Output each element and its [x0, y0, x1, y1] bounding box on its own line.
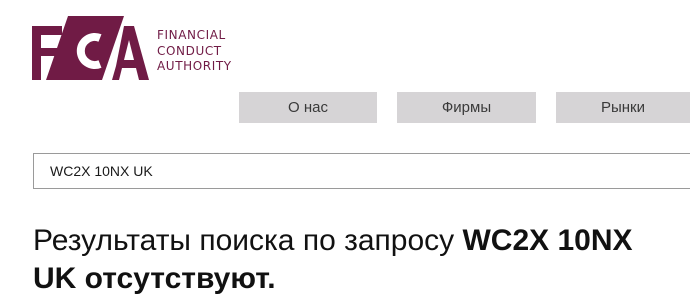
fca-logo[interactable]: FINANCIAL CONDUCT AUTHORITY — [32, 16, 232, 82]
search-results-heading: Результаты поиска по запросу WC2X 10NX U… — [33, 222, 683, 298]
search-input[interactable] — [33, 153, 690, 189]
nav-tab-firms[interactable]: Фирмы — [397, 92, 536, 123]
logo-line-3: AUTHORITY — [157, 59, 232, 73]
nav-tab-about[interactable]: О нас — [239, 92, 377, 123]
nav-tab-markets[interactable]: Рынки — [556, 92, 690, 123]
logo-line-1: FINANCIAL — [157, 28, 226, 42]
fca-logo-mark — [32, 16, 149, 80]
results-suffix: отсутствуют. — [76, 262, 276, 295]
results-prefix: Результаты поиска по запросу — [33, 224, 463, 257]
fca-logo-text: FINANCIAL CONDUCT AUTHORITY — [157, 28, 232, 75]
page: FINANCIAL CONDUCT AUTHORITY О нас Фирмы … — [0, 0, 690, 306]
logo-line-2: CONDUCT — [157, 43, 222, 58]
